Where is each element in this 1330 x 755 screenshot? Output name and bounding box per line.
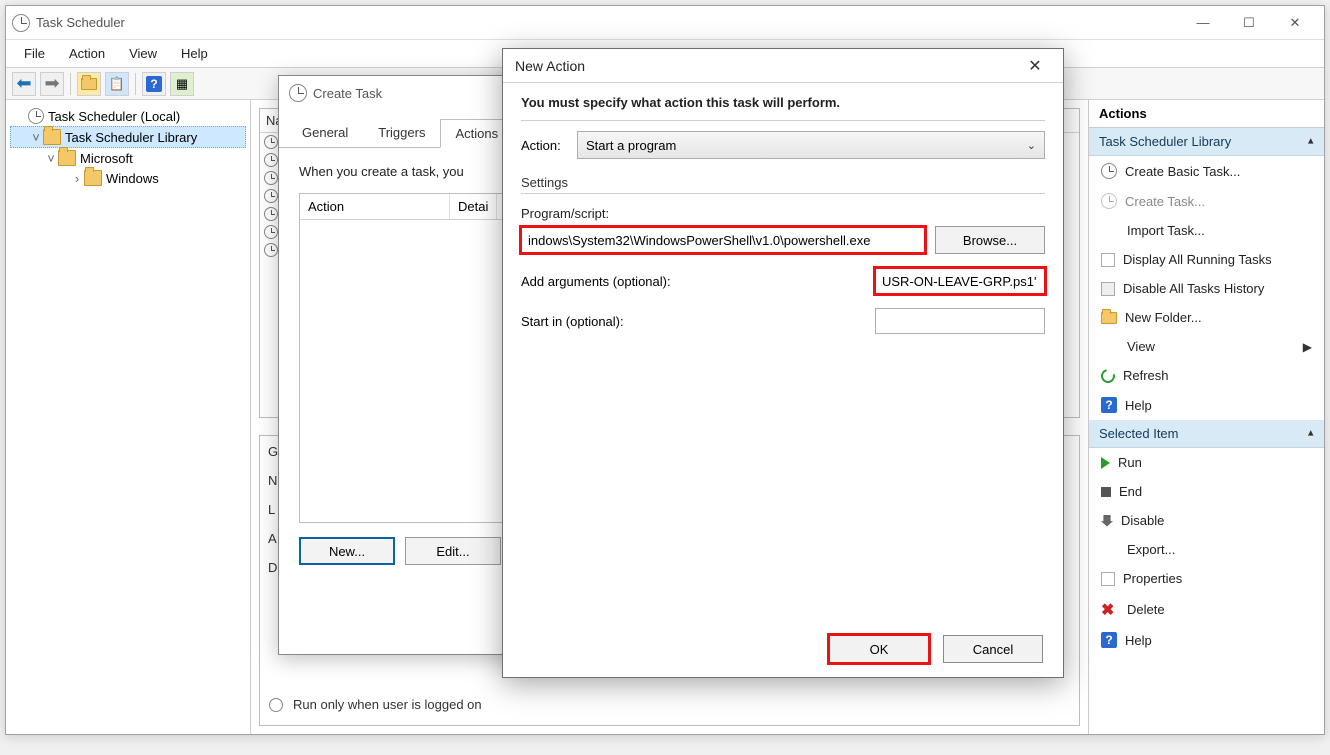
action-view[interactable]: View▶ xyxy=(1089,332,1324,361)
tab-triggers[interactable]: Triggers xyxy=(363,118,440,147)
cancel-button[interactable]: Cancel xyxy=(943,635,1043,663)
maximize-button[interactable]: ☐ xyxy=(1226,8,1272,38)
new-action-button[interactable]: New... xyxy=(299,537,395,565)
details-toolbar-button[interactable]: 📋 xyxy=(105,72,129,96)
tree-root-label: Task Scheduler (Local) xyxy=(48,109,180,124)
run-option-row: Run only when user is logged on xyxy=(269,697,482,712)
minimize-button[interactable]: — xyxy=(1180,8,1226,38)
create-task-icon xyxy=(289,84,307,102)
action-display-running[interactable]: Display All Running Tasks xyxy=(1089,245,1324,274)
run-toolbar-button[interactable]: ▦ xyxy=(170,72,194,96)
run-logged-on-label: Run only when user is logged on xyxy=(293,697,482,712)
action-create-task[interactable]: Create Task... xyxy=(1089,186,1324,216)
tree-library[interactable]: ˅ Task Scheduler Library xyxy=(10,126,246,148)
tree-microsoft-label: Microsoft xyxy=(80,151,133,166)
help-toolbar-button[interactable]: ? xyxy=(142,72,166,96)
forward-button[interactable]: ➡ xyxy=(40,72,64,96)
new-action-dialog: New Action ✕ You must specify what actio… xyxy=(502,48,1064,678)
menu-help[interactable]: Help xyxy=(171,42,218,65)
start-in-input[interactable] xyxy=(875,308,1045,334)
add-arguments-input[interactable] xyxy=(875,268,1045,294)
actions-section-selected[interactable]: Selected Item ▾ xyxy=(1089,420,1324,448)
menu-file[interactable]: File xyxy=(14,42,55,65)
action-new-folder[interactable]: New Folder... xyxy=(1089,303,1324,332)
new-action-titlebar: New Action ✕ xyxy=(503,49,1063,83)
action-dropdown[interactable]: Start a program ⌄ xyxy=(577,131,1045,159)
action-import-task[interactable]: Import Task... xyxy=(1089,216,1324,245)
back-button[interactable]: ⬅ xyxy=(12,72,36,96)
add-arguments-label: Add arguments (optional): xyxy=(521,274,671,289)
run-logged-on-radio[interactable] xyxy=(269,698,283,712)
action-dropdown-value: Start a program xyxy=(586,138,676,153)
tree-microsoft[interactable]: ˅ Microsoft xyxy=(10,148,246,168)
actions-section-library[interactable]: Task Scheduler Library ▾ xyxy=(1089,128,1324,156)
menu-action[interactable]: Action xyxy=(59,42,115,65)
tree-library-label: Task Scheduler Library xyxy=(65,130,197,145)
create-task-title: Create Task xyxy=(313,86,382,101)
action-disable-history[interactable]: Disable All Tasks History xyxy=(1089,274,1324,303)
window-title: Task Scheduler xyxy=(36,15,1180,30)
col-action[interactable]: Action xyxy=(300,194,450,219)
new-action-title: New Action xyxy=(515,58,1019,74)
start-in-label: Start in (optional): xyxy=(521,314,624,329)
program-script-input[interactable] xyxy=(521,227,925,253)
close-button[interactable]: ✕ xyxy=(1272,8,1318,38)
toolbar-separator xyxy=(70,73,71,95)
tab-general[interactable]: General xyxy=(287,118,363,147)
folder-toolbar-button[interactable] xyxy=(77,72,101,96)
tree-panel: Task Scheduler (Local) ˅ Task Scheduler … xyxy=(6,100,251,734)
browse-button[interactable]: Browse... xyxy=(935,226,1045,254)
chevron-down-icon: ⌄ xyxy=(1027,139,1036,152)
ok-button[interactable]: OK xyxy=(829,635,929,663)
new-action-close-button[interactable]: ✕ xyxy=(1019,56,1051,76)
action-help-2[interactable]: ?Help xyxy=(1089,625,1324,655)
action-properties[interactable]: Properties xyxy=(1089,564,1324,593)
col-details[interactable]: Detai xyxy=(450,194,497,219)
app-icon xyxy=(12,14,30,32)
new-action-instruction: You must specify what action this task w… xyxy=(521,95,1045,121)
action-refresh[interactable]: Refresh xyxy=(1089,361,1324,390)
toolbar-separator xyxy=(135,73,136,95)
tree-windows-label: Windows xyxy=(106,171,159,186)
action-run[interactable]: Run xyxy=(1089,448,1324,477)
action-label: Action: xyxy=(521,138,577,153)
edit-action-button[interactable]: Edit... xyxy=(405,537,501,565)
action-help[interactable]: ?Help xyxy=(1089,390,1324,420)
tree-root[interactable]: Task Scheduler (Local) xyxy=(10,106,246,126)
action-create-basic-task[interactable]: Create Basic Task... xyxy=(1089,156,1324,186)
titlebar: Task Scheduler — ☐ ✕ xyxy=(6,6,1324,40)
program-script-label: Program/script: xyxy=(521,206,1045,221)
action-export[interactable]: Export... xyxy=(1089,535,1324,564)
tree-windows[interactable]: › Windows xyxy=(10,168,246,188)
settings-group-label: Settings xyxy=(521,175,1045,194)
menu-view[interactable]: View xyxy=(119,42,167,65)
actions-pane-title: Actions xyxy=(1089,100,1324,128)
actions-pane: Actions Task Scheduler Library ▾ Create … xyxy=(1089,100,1324,734)
action-delete[interactable]: ✖Delete xyxy=(1089,593,1324,625)
action-end[interactable]: End xyxy=(1089,477,1324,506)
action-disable[interactable]: Disable xyxy=(1089,506,1324,535)
